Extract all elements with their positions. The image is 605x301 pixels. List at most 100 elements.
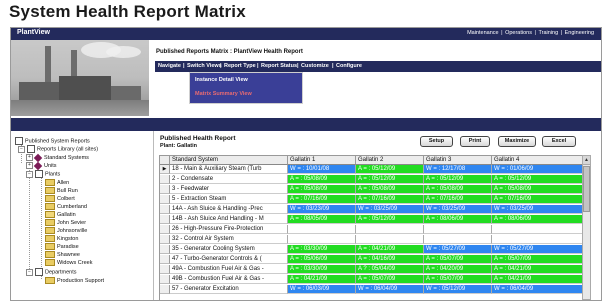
collapse-icon[interactable]: −	[18, 145, 25, 153]
row-selector[interactable]	[160, 175, 170, 184]
status-cell[interactable]: A = : 03/30/09	[288, 265, 356, 274]
status-cell[interactable]: A ? : 05/04/09	[356, 265, 424, 274]
status-cell[interactable]	[288, 225, 356, 234]
status-cell[interactable]: A = : 04/21/09	[288, 275, 356, 284]
status-cell[interactable]: A = : 03/30/09	[288, 245, 356, 254]
status-cell[interactable]: W = : 06/04/09	[492, 285, 583, 294]
table-row[interactable]: 2 - Condensate A = : 05/08/09 A = : 05/12/…	[160, 175, 583, 184]
print-button[interactable]: Print	[460, 136, 490, 147]
row-selector[interactable]	[160, 275, 170, 284]
status-cell[interactable]: W = : 01/06/09	[492, 165, 583, 174]
table-row[interactable]: 14A - Ash Sluice & Handling -Prec W = : 0…	[160, 205, 583, 214]
tree-plant-bull-run[interactable]: Bull Run	[45, 187, 78, 194]
tree-node-departments[interactable]: − Departments	[26, 268, 77, 276]
collapse-icon[interactable]: −	[26, 268, 33, 276]
top-link-engineering[interactable]: Engineering	[565, 30, 594, 36]
table-row[interactable]: 57 - Generator Excitation W = : 06/03/09 W…	[160, 285, 583, 294]
top-link-training[interactable]: Training	[538, 30, 558, 36]
tree-plant-cumberland[interactable]: Cumberland	[45, 203, 87, 210]
status-cell[interactable]	[492, 235, 583, 244]
row-system-name[interactable]: 49A - Combustion Fuel Air & Gas -	[170, 265, 288, 274]
tree-plant-shawnee[interactable]: Shawnee	[45, 251, 80, 258]
expand-icon[interactable]: +	[26, 162, 33, 169]
status-cell[interactable]: W = : 03/23/09	[288, 205, 356, 214]
table-row[interactable]: 47 - Turbo-Generator Controls & (A = : 0…	[160, 255, 583, 264]
tree-plant-colbert[interactable]: Colbert	[45, 195, 75, 202]
scroll-up-arrow-icon[interactable]: ▲	[583, 156, 590, 165]
status-cell[interactable]: W = : 03/25/09	[424, 205, 492, 214]
status-cell[interactable]: W = : 12/17/08	[424, 165, 492, 174]
maximize-button[interactable]: Maximize	[498, 136, 536, 147]
status-cell[interactable]: A = : 05/06/09	[288, 255, 356, 264]
row-selector[interactable]	[160, 265, 170, 274]
table-row[interactable]: 49B - Combustion Fuel Air & Gas -A = : 0…	[160, 275, 583, 284]
status-cell[interactable]: A = : 08/06/09	[424, 215, 492, 224]
tree-node-units[interactable]: + Units	[26, 161, 57, 170]
status-cell[interactable]	[356, 225, 424, 234]
tree-plant-widows-creek[interactable]: Widows Creek	[45, 259, 92, 266]
tree-node-production-support[interactable]: Production Support	[45, 277, 104, 284]
status-cell[interactable]: A = : 05/07/09	[356, 275, 424, 284]
tree-plant-johnsonville[interactable]: Johnsonville	[45, 227, 87, 234]
column-header-gallatin-4[interactable]: Gallatin 4	[492, 156, 583, 165]
status-cell[interactable]: W = : 05/27/09	[492, 245, 583, 254]
status-cell[interactable]: A = : 08/06/09	[492, 215, 583, 224]
status-cell[interactable]: A = : 05/07/09	[492, 255, 583, 264]
nav-customize[interactable]: Customize	[301, 63, 329, 69]
row-selector[interactable]	[160, 255, 170, 264]
status-cell[interactable]: A = : 05/08/09	[288, 185, 356, 194]
status-cell[interactable]: A = : 07/16/09	[492, 195, 583, 204]
status-cell[interactable]: W = : 03/25/09	[492, 205, 583, 214]
status-cell[interactable]: A = : 04/16/09	[356, 255, 424, 264]
status-cell[interactable]: W = : 03/25/09	[356, 205, 424, 214]
tree-node-library[interactable]: − Reports Library (all sites)	[18, 145, 98, 153]
status-cell[interactable]: W = : 06/04/09	[356, 285, 424, 294]
status-cell[interactable]: A = : 05/07/09	[424, 275, 492, 284]
row-system-name[interactable]: 2 - Condensate	[170, 175, 288, 184]
column-header-gallatin-3[interactable]: Gallatin 3	[424, 156, 492, 165]
row-selector[interactable]	[160, 245, 170, 254]
status-cell[interactable]	[424, 225, 492, 234]
top-link-operations[interactable]: Operations	[505, 30, 532, 36]
tree-plant-gallatin[interactable]: Gallatin	[45, 211, 76, 218]
status-cell[interactable]: A = : 07/16/09	[356, 195, 424, 204]
row-system-name[interactable]: 18 - Main & Auxiliary Steam (Turb	[170, 165, 288, 174]
row-system-name[interactable]: 3 - Feedwater	[170, 185, 288, 194]
row-system-name[interactable]: 26 - High-Pressure Fire-Protection	[170, 225, 288, 234]
status-cell[interactable]: A = : 05/12/09	[356, 175, 424, 184]
table-row[interactable]: 49A - Combustion Fuel Air & Gas -A = : 0…	[160, 265, 583, 274]
row-selector[interactable]	[160, 185, 170, 194]
row-system-name[interactable]: 57 - Generator Excitation	[170, 285, 288, 294]
status-cell[interactable]: A = : 05/12/09	[492, 175, 583, 184]
status-cell[interactable]: A = : 07/16/09	[424, 195, 492, 204]
column-header-standard-system[interactable]: Standard System	[170, 156, 288, 165]
status-cell[interactable]	[288, 235, 356, 244]
nav-switch-views[interactable]: Switch Views	[187, 63, 222, 69]
row-system-name[interactable]: 14A - Ash Sluice & Handling -Prec	[170, 205, 288, 214]
row-selector[interactable]	[160, 235, 170, 244]
tree-plant-kingston[interactable]: Kingston	[45, 235, 78, 242]
tree-plant-john-sevier[interactable]: John Sevier	[45, 219, 86, 226]
table-row[interactable]: 32 - Control Air System	[160, 235, 583, 244]
tree-node-standard-systems[interactable]: + Standard Systems	[26, 153, 89, 162]
status-cell[interactable]: A = : 05/12/09	[424, 175, 492, 184]
status-cell[interactable]: A = : 05/12/09	[356, 215, 424, 224]
status-cell[interactable]: A = : 05/08/09	[356, 185, 424, 194]
status-cell[interactable]: A = : 05/12/09	[356, 165, 424, 174]
row-selector[interactable]	[160, 225, 170, 234]
row-system-name[interactable]: 14B - Ash Sluice And Handling - M	[170, 215, 288, 224]
row-selector[interactable]	[160, 285, 170, 294]
status-cell[interactable]: A = : 05/08/09	[288, 175, 356, 184]
status-cell[interactable]: A = : 04/21/09	[492, 275, 583, 284]
table-row[interactable]: 26 - High-Pressure Fire-Protection	[160, 225, 583, 234]
status-cell[interactable]: A = : 07/16/09	[288, 195, 356, 204]
top-link-maintenance[interactable]: Maintenance	[467, 30, 499, 36]
status-cell[interactable]: A = : 05/08/09	[424, 185, 492, 194]
status-cell[interactable]: A = : 04/20/09	[424, 265, 492, 274]
tree-plant-allen[interactable]: Allen	[45, 179, 69, 186]
expand-icon[interactable]: +	[26, 154, 33, 161]
row-selector[interactable]	[160, 195, 170, 204]
row-selector[interactable]	[160, 215, 170, 224]
row-system-name[interactable]: 5 - Extraction Steam	[170, 195, 288, 204]
column-header-gallatin-1[interactable]: Gallatin 1	[288, 156, 356, 165]
